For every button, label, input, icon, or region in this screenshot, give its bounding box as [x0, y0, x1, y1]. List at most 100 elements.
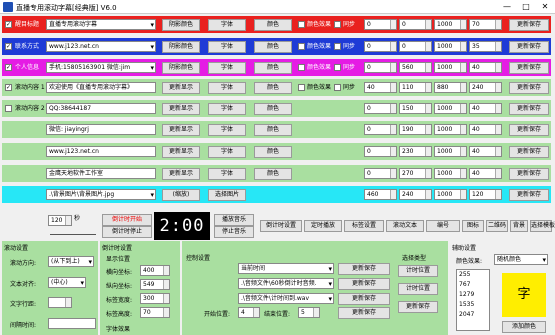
row-text-input[interactable]: www.j123.net.cn [46, 146, 156, 157]
row-number-input[interactable]: 70 [469, 19, 502, 30]
row-text-input[interactable]: www.j123.net.cn [46, 41, 156, 52]
toolbar-button[interactable]: 倒计时设置 [260, 220, 302, 232]
loop-save-button[interactable]: 更新保存 [338, 293, 390, 305]
timer-position-button-a[interactable]: 计时位置 [398, 265, 438, 277]
row-save-button[interactable]: 更新保存 [509, 82, 549, 94]
timer-position-button-b[interactable]: 计时位置 [398, 283, 438, 295]
row-enable-checkbox[interactable] [5, 43, 12, 50]
row-number-input[interactable]: 270 [399, 168, 432, 179]
row-number-input[interactable]: 0 [364, 168, 397, 179]
countdown-stop-button[interactable]: 倒计时停止 [102, 226, 152, 238]
toolbar-button[interactable]: 标签设置 [344, 220, 384, 232]
color-list[interactable]: 255 767 1279 1535 2047 [456, 269, 490, 331]
row-number-input[interactable]: 1000 [434, 124, 467, 135]
toolbar-button[interactable]: 滚动文本 [386, 220, 424, 232]
list-item[interactable]: 255 [459, 270, 489, 280]
row-save-button[interactable]: 更新保存 [509, 62, 549, 74]
row-color-button[interactable]: 颜色 [254, 62, 292, 74]
music-select[interactable]: .\音频文件\60秒倒计时音频. [238, 278, 334, 289]
play-music-button[interactable]: 播放音乐 [214, 214, 254, 226]
row-number-input[interactable]: 460 [364, 189, 397, 200]
maximize-button[interactable]: □ [517, 1, 535, 13]
time-save-button[interactable]: 更新保存 [338, 263, 390, 275]
row-text-input[interactable]: 直播专用滚动字幕 [46, 19, 156, 30]
color-effect-checkbox[interactable] [298, 64, 305, 71]
music-save-button[interactable]: 更新保存 [338, 278, 390, 290]
row-number-input[interactable]: 1000 [434, 168, 467, 179]
toolbar-button[interactable]: 选择模板 [530, 220, 555, 232]
label-height-input[interactable]: 70 [140, 307, 170, 318]
row-enable-checkbox[interactable] [5, 21, 12, 28]
interval-slider[interactable] [48, 318, 96, 329]
color-effect-checkbox[interactable] [298, 21, 305, 28]
row-number-input[interactable]: 0 [399, 19, 432, 30]
add-color-button[interactable]: 添加颜色 [502, 321, 546, 333]
toolbar-button[interactable]: 编号 [426, 220, 460, 232]
row-number-input[interactable]: 560 [399, 62, 432, 73]
row-text-input[interactable]: 金鹰天地软件工作室 [46, 168, 156, 179]
row-number-input[interactable]: 40 [469, 103, 502, 114]
row-number-input[interactable]: 1000 [434, 41, 467, 52]
row-save-button[interactable]: 更新保存 [509, 189, 549, 201]
color-effect-checkbox[interactable] [298, 84, 305, 91]
row-number-input[interactable]: 1000 [434, 146, 467, 157]
row-number-input[interactable]: 40 [469, 62, 502, 73]
sync-checkbox[interactable] [334, 84, 341, 91]
row-number-input[interactable]: 1000 [434, 19, 467, 30]
row-text-input[interactable]: 手机:15805163901 微信:jim [46, 62, 156, 73]
row-number-input[interactable]: 0 [364, 103, 397, 114]
row-number-input[interactable]: 240 [469, 82, 502, 93]
row-text-input[interactable]: .\背景图片\背景图片.jpg [46, 189, 156, 200]
row-number-input[interactable]: 1000 [434, 103, 467, 114]
row-font-button[interactable]: 字体 [208, 62, 246, 74]
row-number-input[interactable]: 1000 [434, 189, 467, 200]
row-text-input[interactable]: 微信: jiayingrj [46, 124, 156, 135]
type-save-button[interactable]: 更新保存 [398, 301, 438, 313]
end-position-input[interactable]: 5 [298, 307, 320, 318]
sync-checkbox[interactable] [334, 64, 341, 71]
speed-input[interactable]: 120 [48, 215, 72, 226]
row-color-button[interactable]: 颜色 [254, 41, 292, 53]
time-select[interactable]: 当前时间 [238, 263, 334, 274]
row-number-input[interactable]: 40 [364, 82, 397, 93]
sync-checkbox[interactable] [334, 21, 341, 28]
row-shadow-button[interactable]: 阴影颜色 [162, 19, 200, 31]
row-font-button[interactable]: 字体 [208, 168, 246, 180]
list-item[interactable]: 767 [459, 280, 489, 290]
row-number-input[interactable]: 35 [469, 41, 502, 52]
row-number-input[interactable]: 1000 [434, 62, 467, 73]
sync-checkbox[interactable] [334, 43, 341, 50]
row-number-input[interactable]: 0 [364, 146, 397, 157]
row-number-input[interactable]: 880 [434, 82, 467, 93]
toolbar-button[interactable]: 背景 [510, 220, 528, 232]
countdown-start-button[interactable]: 倒计时开始 [102, 214, 152, 226]
line-spacing-input[interactable] [48, 297, 72, 308]
speed-slider[interactable] [50, 229, 96, 235]
loop-select[interactable]: .\音频文件\计时间到.wav [238, 293, 334, 304]
row-number-input[interactable]: 150 [399, 103, 432, 114]
row-font-button[interactable]: 字体 [208, 19, 246, 31]
row-number-input[interactable]: 190 [399, 124, 432, 135]
row-color-button[interactable]: 颜色 [254, 146, 292, 158]
row-text-input[interactable]: 欢迎使用《直播专用滚动字幕》 [46, 82, 156, 93]
row-text-input[interactable]: QQ:38644187 [46, 103, 156, 114]
row-font-button[interactable]: 字体 [208, 82, 246, 94]
row-color-button[interactable]: 颜色 [254, 103, 292, 115]
row-shadow-button[interactable]: 更新显示 [162, 168, 200, 180]
color-effect-checkbox[interactable] [298, 43, 305, 50]
close-button[interactable]: ✕ [536, 1, 554, 13]
row-font-button[interactable]: 字体 [208, 103, 246, 115]
color-effect-select[interactable]: 随机颜色 [494, 254, 548, 265]
list-item[interactable]: 2047 [459, 310, 489, 320]
row-number-input[interactable]: 240 [399, 189, 432, 200]
row-font-button[interactable]: 选择图片 [208, 189, 246, 201]
row-font-button[interactable]: 字体 [208, 124, 246, 136]
row-number-input[interactable]: 40 [469, 124, 502, 135]
label-width-input[interactable]: 300 [140, 293, 170, 304]
row-number-input[interactable]: 110 [399, 82, 432, 93]
row-number-input[interactable]: 40 [469, 168, 502, 179]
row-enable-checkbox[interactable] [5, 64, 12, 71]
row-save-button[interactable]: 更新保存 [509, 19, 549, 31]
row-color-button[interactable]: 颜色 [254, 124, 292, 136]
row-shadow-button[interactable]: 更新显示 [162, 124, 200, 136]
